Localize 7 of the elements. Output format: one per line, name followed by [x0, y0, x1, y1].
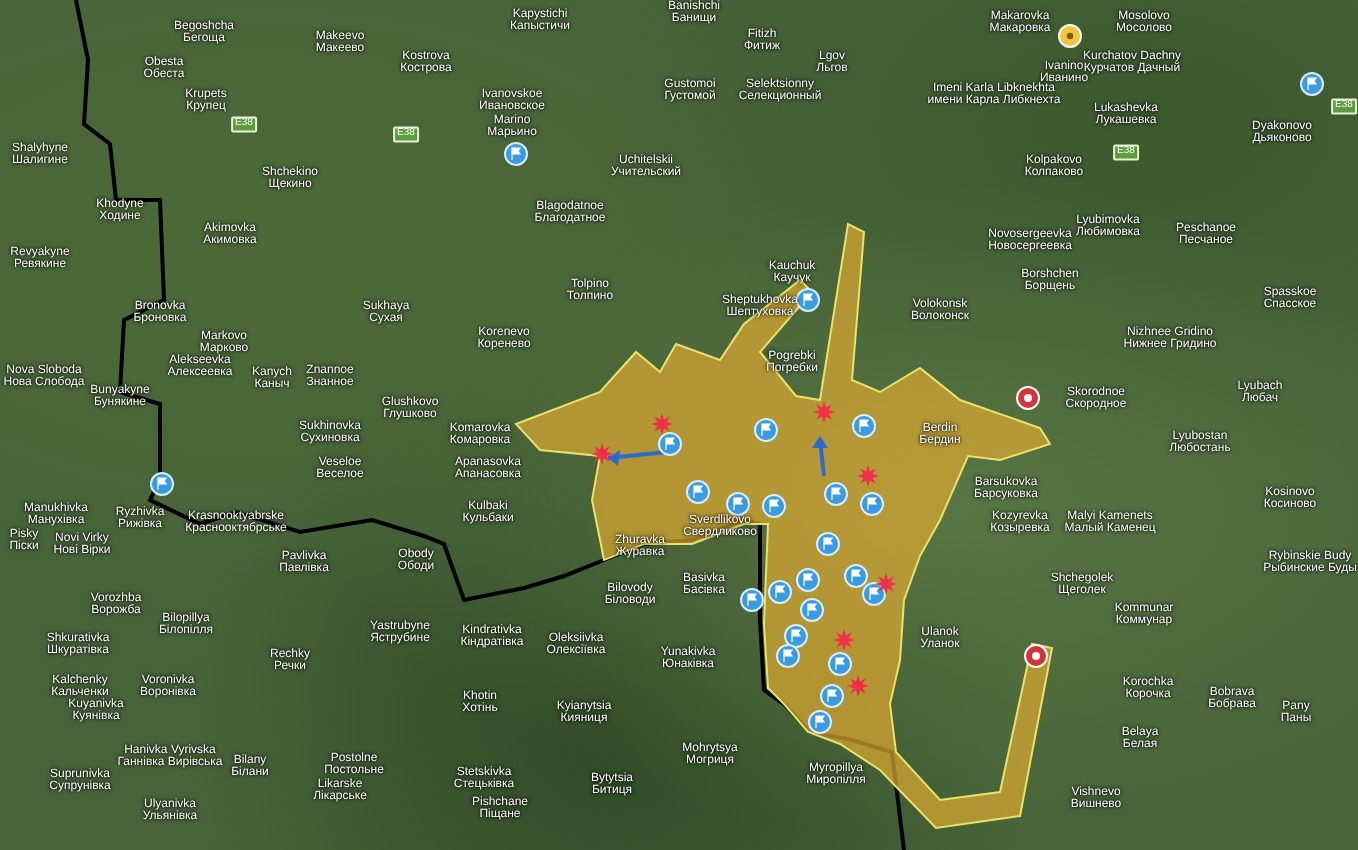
explosion-icon[interactable]	[875, 573, 897, 595]
flag-marker-icon[interactable]	[796, 288, 820, 312]
explosion-icon[interactable]	[651, 413, 673, 435]
explosion-icon[interactable]	[591, 443, 613, 465]
arrow-icon	[812, 436, 828, 477]
flag-marker-icon[interactable]	[726, 492, 750, 516]
arrow-icon	[607, 450, 669, 466]
